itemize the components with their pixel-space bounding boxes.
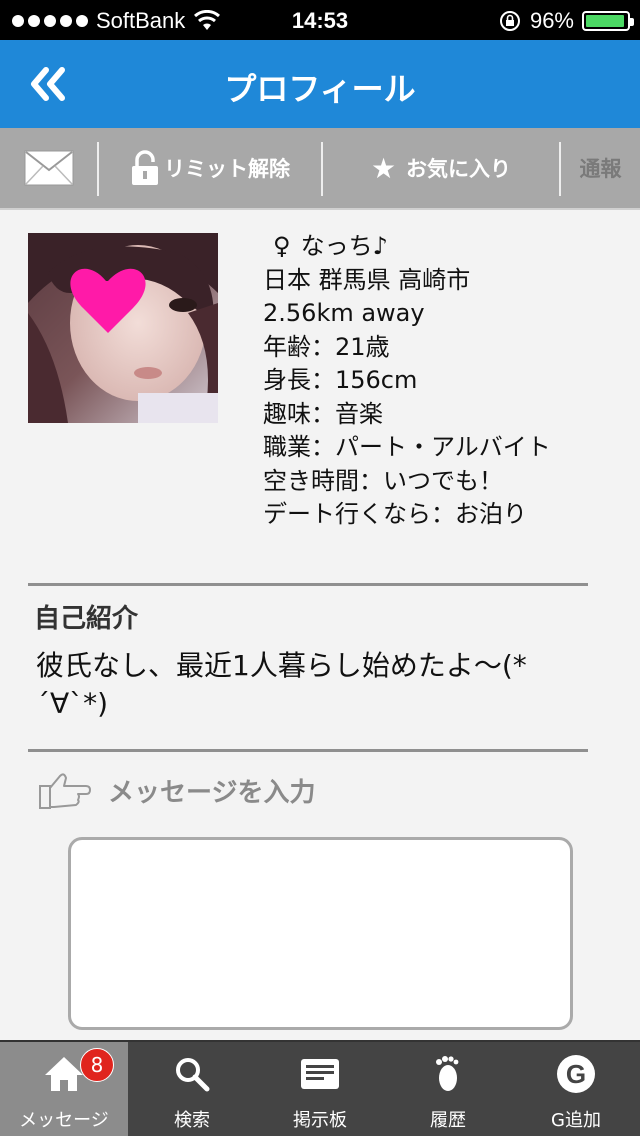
footprint-icon (426, 1052, 470, 1096)
profile-job: 職業：パート・アルバイト (263, 433, 551, 461)
favorite-button[interactable]: ★ お気に入り (323, 128, 559, 208)
tab-message[interactable]: メッセージ 8 (0, 1042, 128, 1136)
female-sign-icon: ♀ (273, 232, 291, 260)
unread-badge: 8 (80, 1048, 114, 1082)
tab-bar: メッセージ 8 検索 掲示板 履歴 G G追加 (0, 1040, 640, 1136)
battery-icon (582, 11, 634, 31)
tab-board[interactable]: 掲示板 (256, 1042, 384, 1136)
profile-distance: 2.56km away (263, 299, 425, 327)
message-input[interactable] (68, 837, 573, 1030)
limit-release-button[interactable]: リミット解除 (99, 128, 321, 208)
lock-icon (132, 150, 158, 185)
profile-location: 日本 群馬県 高崎市 (263, 265, 471, 294)
search-icon (170, 1052, 214, 1096)
report-button[interactable]: 通報 (561, 128, 640, 208)
status-right: 96% (498, 8, 634, 34)
pointing-hand-icon (39, 773, 91, 809)
message-label: メッセージを入力 (108, 777, 316, 808)
home-icon (42, 1052, 86, 1096)
mail-button[interactable] (0, 128, 98, 208)
tab-history[interactable]: 履歴 (384, 1042, 512, 1136)
profile-photo-image (28, 233, 218, 423)
svg-text:G: G (566, 1059, 586, 1089)
tab-g-add[interactable]: G G追加 (512, 1042, 640, 1136)
section-divider (28, 749, 588, 752)
nav-header: プロフィール (0, 40, 640, 128)
profile-age: 年齢：21歳 (263, 332, 390, 361)
action-bar: リミット解除 ★ お気に入り 通報 (0, 128, 640, 210)
profile-hobby: 趣味：音楽 (263, 399, 383, 428)
status-bar: SoftBank 14:53 96% (0, 0, 640, 40)
favorite-label: お気に入り (406, 157, 512, 181)
profile-info: ♀ なっち♪ 日本 群馬県 高崎市 2.56km away 年齢：21歳 身長：… (263, 230, 551, 532)
section-divider (28, 583, 588, 586)
tab-message-label: メッセージ (19, 1110, 109, 1131)
report-label: 通報 (579, 157, 622, 181)
name-row: ♀ なっち♪ (263, 230, 551, 264)
tab-search[interactable]: 検索 (128, 1042, 256, 1136)
intro-heading: 自己紹介 (34, 604, 139, 634)
board-icon (298, 1052, 342, 1096)
tab-board-label: 掲示板 (293, 1110, 347, 1131)
profile-height: 身長：156cm (263, 366, 418, 394)
page-title: プロフィール (224, 70, 416, 108)
star-icon: ★ (370, 151, 397, 185)
profile-name: なっち♪ (300, 232, 388, 260)
tab-g-add-label: G追加 (551, 1110, 601, 1131)
tab-history-label: 履歴 (430, 1110, 466, 1131)
limit-release-label: リミット解除 (164, 157, 290, 181)
message-prompt: メッセージを入力 (38, 770, 315, 810)
profile-date: デート行くなら：お泊り (263, 500, 527, 528)
intro-text: 彼氏なし、最近1人暮らし始めたよ〜(*´∀`*) (36, 649, 527, 720)
battery-percent: 96% (529, 8, 574, 33)
g-circle-icon: G (554, 1052, 598, 1096)
profile-photo[interactable] (28, 233, 218, 423)
profile-free-time: 空き時間：いつでも！ (263, 466, 503, 495)
rotation-lock-icon (499, 11, 520, 31)
envelope-icon (24, 150, 74, 186)
tab-search-label: 検索 (174, 1110, 210, 1131)
